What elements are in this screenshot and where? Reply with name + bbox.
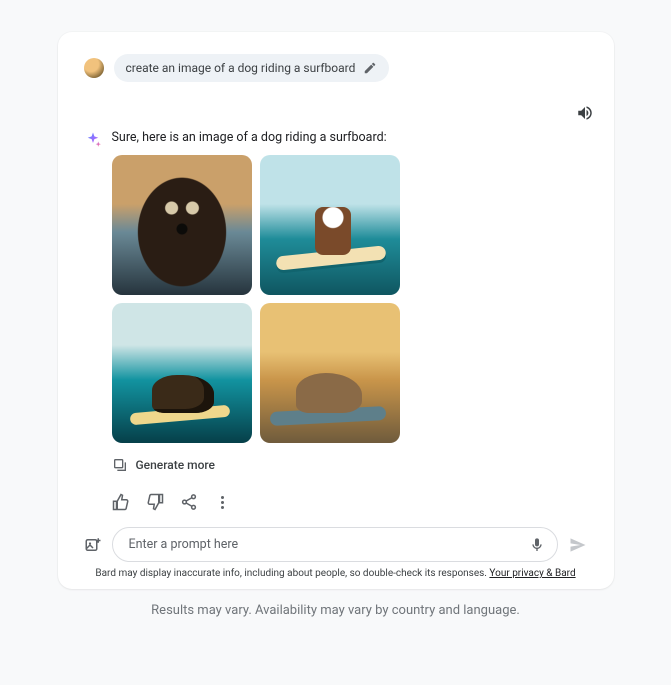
- generate-more-button[interactable]: Generate more: [112, 457, 215, 473]
- privacy-link[interactable]: Your privacy & Bard: [489, 568, 575, 579]
- response-actions: [112, 493, 588, 511]
- prompt-input[interactable]: Enter a prompt here: [112, 527, 558, 562]
- generated-image-1[interactable]: [112, 155, 252, 295]
- prompt-placeholder: Enter a prompt here: [129, 537, 239, 552]
- thumbs-down-icon[interactable]: [146, 493, 164, 511]
- more-options-icon[interactable]: [214, 493, 232, 511]
- chat-card: create an image of a dog riding a surfbo…: [58, 32, 614, 589]
- composer-row: Enter a prompt here: [84, 527, 588, 562]
- user-row: create an image of a dog riding a surfbo…: [84, 54, 588, 82]
- generate-more-icon: [112, 457, 128, 473]
- add-image-icon[interactable]: [84, 536, 102, 554]
- speaker-icon[interactable]: [576, 104, 594, 122]
- assistant-row: Sure, here is an image of a dog riding a…: [84, 130, 588, 517]
- generated-image-3[interactable]: [112, 303, 252, 443]
- edit-icon[interactable]: [363, 61, 377, 75]
- image-grid: [112, 155, 588, 443]
- assistant-body: Sure, here is an image of a dog riding a…: [112, 130, 588, 517]
- user-prompt-pill[interactable]: create an image of a dog riding a surfbo…: [114, 54, 390, 82]
- generated-image-2[interactable]: [260, 155, 400, 295]
- microphone-icon[interactable]: [529, 537, 545, 553]
- user-avatar: [84, 58, 104, 78]
- disclaimer: Bard may display inaccurate info, includ…: [84, 568, 588, 579]
- user-prompt-text: create an image of a dog riding a surfbo…: [126, 61, 356, 75]
- disclaimer-text: Bard may display inaccurate info, includ…: [95, 568, 489, 579]
- send-icon[interactable]: [568, 535, 588, 555]
- footer-note: Results may vary. Availability may vary …: [0, 603, 671, 618]
- share-icon[interactable]: [180, 493, 198, 511]
- assistant-intro-text: Sure, here is an image of a dog riding a…: [112, 130, 588, 145]
- thumbs-up-icon[interactable]: [112, 493, 130, 511]
- generate-more-label: Generate more: [136, 458, 215, 472]
- sparkle-icon: [84, 131, 102, 149]
- generated-image-4[interactable]: [260, 303, 400, 443]
